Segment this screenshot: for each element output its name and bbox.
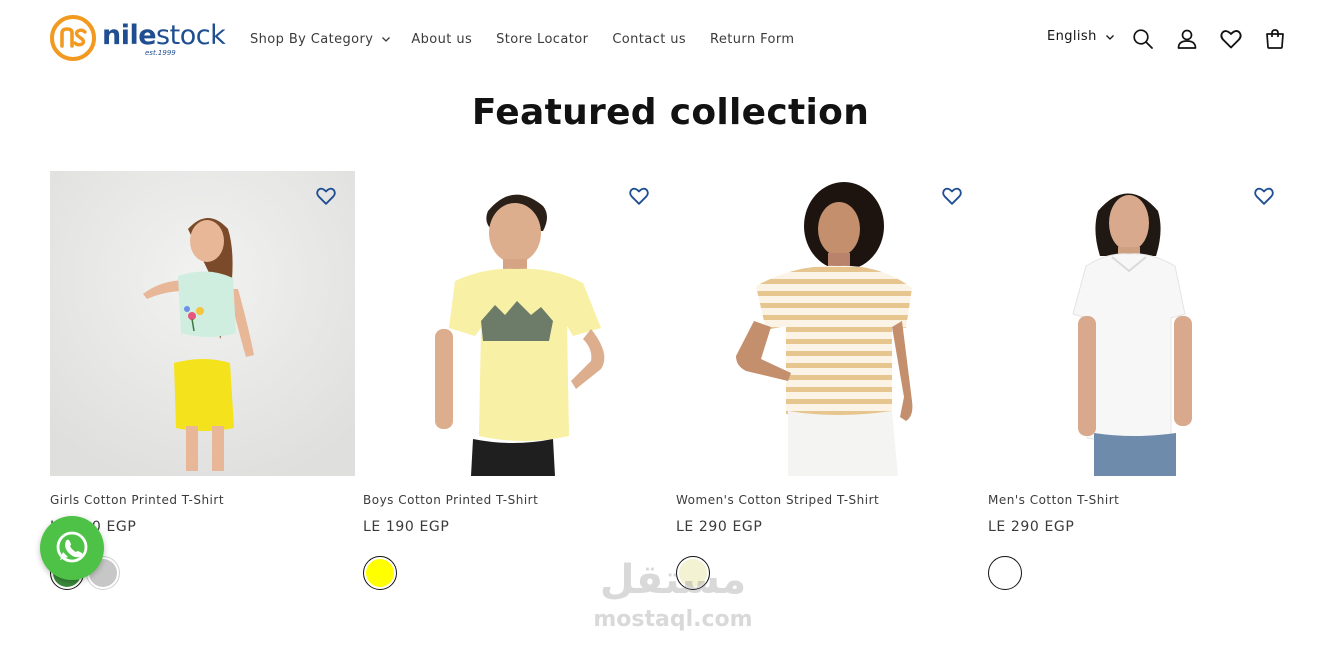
color-swatch[interactable]	[363, 556, 397, 590]
watermark-latin: mostaql.com	[593, 607, 753, 632]
product-photo-girl	[50, 171, 355, 476]
product-image[interactable]	[50, 171, 355, 476]
color-swatches	[988, 556, 1024, 590]
wishlist-heart-icon[interactable]	[628, 185, 650, 207]
site-header: nilestock est.1999 Shop By Category Abou…	[0, 0, 1341, 78]
product-image[interactable]	[676, 171, 981, 476]
nav-shop-by-category[interactable]: Shop By Category	[250, 32, 391, 47]
product-name[interactable]: Men's Cotton T-Shirt	[988, 493, 1119, 507]
chevron-down-icon	[382, 37, 391, 42]
brand-name-stock: stock	[156, 20, 226, 51]
nav-contact-us[interactable]: Contact us	[612, 32, 686, 47]
account-icon[interactable]	[1175, 27, 1199, 51]
watermark: مستقل mostaql.com	[588, 557, 758, 637]
product-name[interactable]: Girls Cotton Printed T-Shirt	[50, 493, 224, 507]
wishlist-heart-icon[interactable]	[941, 185, 963, 207]
product-photo-woman	[676, 171, 981, 476]
chevron-down-icon	[1105, 34, 1114, 40]
product-name[interactable]: Women's Cotton Striped T-Shirt	[676, 493, 879, 507]
cart-icon[interactable]	[1263, 27, 1287, 51]
brand-logo[interactable]: nilestock est.1999	[50, 13, 226, 65]
color-swatch[interactable]	[988, 556, 1022, 590]
nav-about-us[interactable]: About us	[411, 32, 472, 47]
search-icon[interactable]	[1131, 27, 1155, 51]
product-image[interactable]	[988, 171, 1293, 476]
nav-store-locator[interactable]: Store Locator	[496, 32, 588, 47]
product-photo-man	[988, 171, 1293, 476]
product-photo-boy	[363, 171, 668, 476]
language-selector[interactable]: English	[1047, 29, 1115, 44]
wishlist-icon[interactable]	[1219, 27, 1243, 51]
brand-established: est.1999	[145, 49, 176, 57]
brand-name-nile: nile	[102, 20, 157, 51]
nav-label: Shop By Category	[250, 31, 374, 47]
brand-wordmark: nilestock	[102, 20, 226, 51]
whatsapp-icon	[56, 531, 88, 563]
color-swatches	[363, 556, 399, 590]
watermark-arabic: مستقل	[599, 557, 747, 603]
section-title: Featured collection	[471, 92, 870, 133]
wishlist-heart-icon[interactable]	[315, 185, 337, 207]
whatsapp-chat-button[interactable]	[40, 516, 104, 580]
product-price: LE 290 EGP	[676, 519, 763, 535]
product-price: LE 190 EGP	[363, 519, 450, 535]
nav-return-form[interactable]: Return Form	[710, 32, 794, 47]
language-label: English	[1047, 29, 1097, 44]
product-price: LE 290 EGP	[988, 519, 1075, 535]
logo-mark-icon	[50, 15, 96, 61]
product-image[interactable]	[363, 171, 668, 476]
product-name[interactable]: Boys Cotton Printed T-Shirt	[363, 493, 538, 507]
main-nav: Shop By Category About us Store Locator …	[250, 29, 794, 49]
wishlist-heart-icon[interactable]	[1253, 185, 1275, 207]
